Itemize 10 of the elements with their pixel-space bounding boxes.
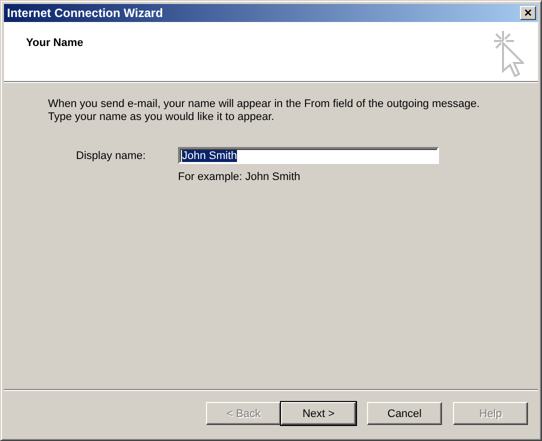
intro-text: When you send e-mail, your name will appear in the From field of the outgoing message. — [48, 98, 481, 111]
example-hint: For example: John Smith — [178, 171, 302, 183]
window-title: Internet Connection Wizard — [7, 6, 163, 20]
close-button[interactable]: × — [520, 6, 536, 20]
field-label: Display name: — [76, 150, 147, 162]
intro-text: Type your name as you would like it to appear. — [48, 111, 276, 124]
display-name-field[interactable]: John Smith — [178, 147, 439, 164]
wizard-button[interactable]: Next > — [281, 402, 356, 425]
page-title: Your Name — [26, 37, 84, 51]
wizard-button[interactable]: Cancel — [367, 402, 442, 425]
